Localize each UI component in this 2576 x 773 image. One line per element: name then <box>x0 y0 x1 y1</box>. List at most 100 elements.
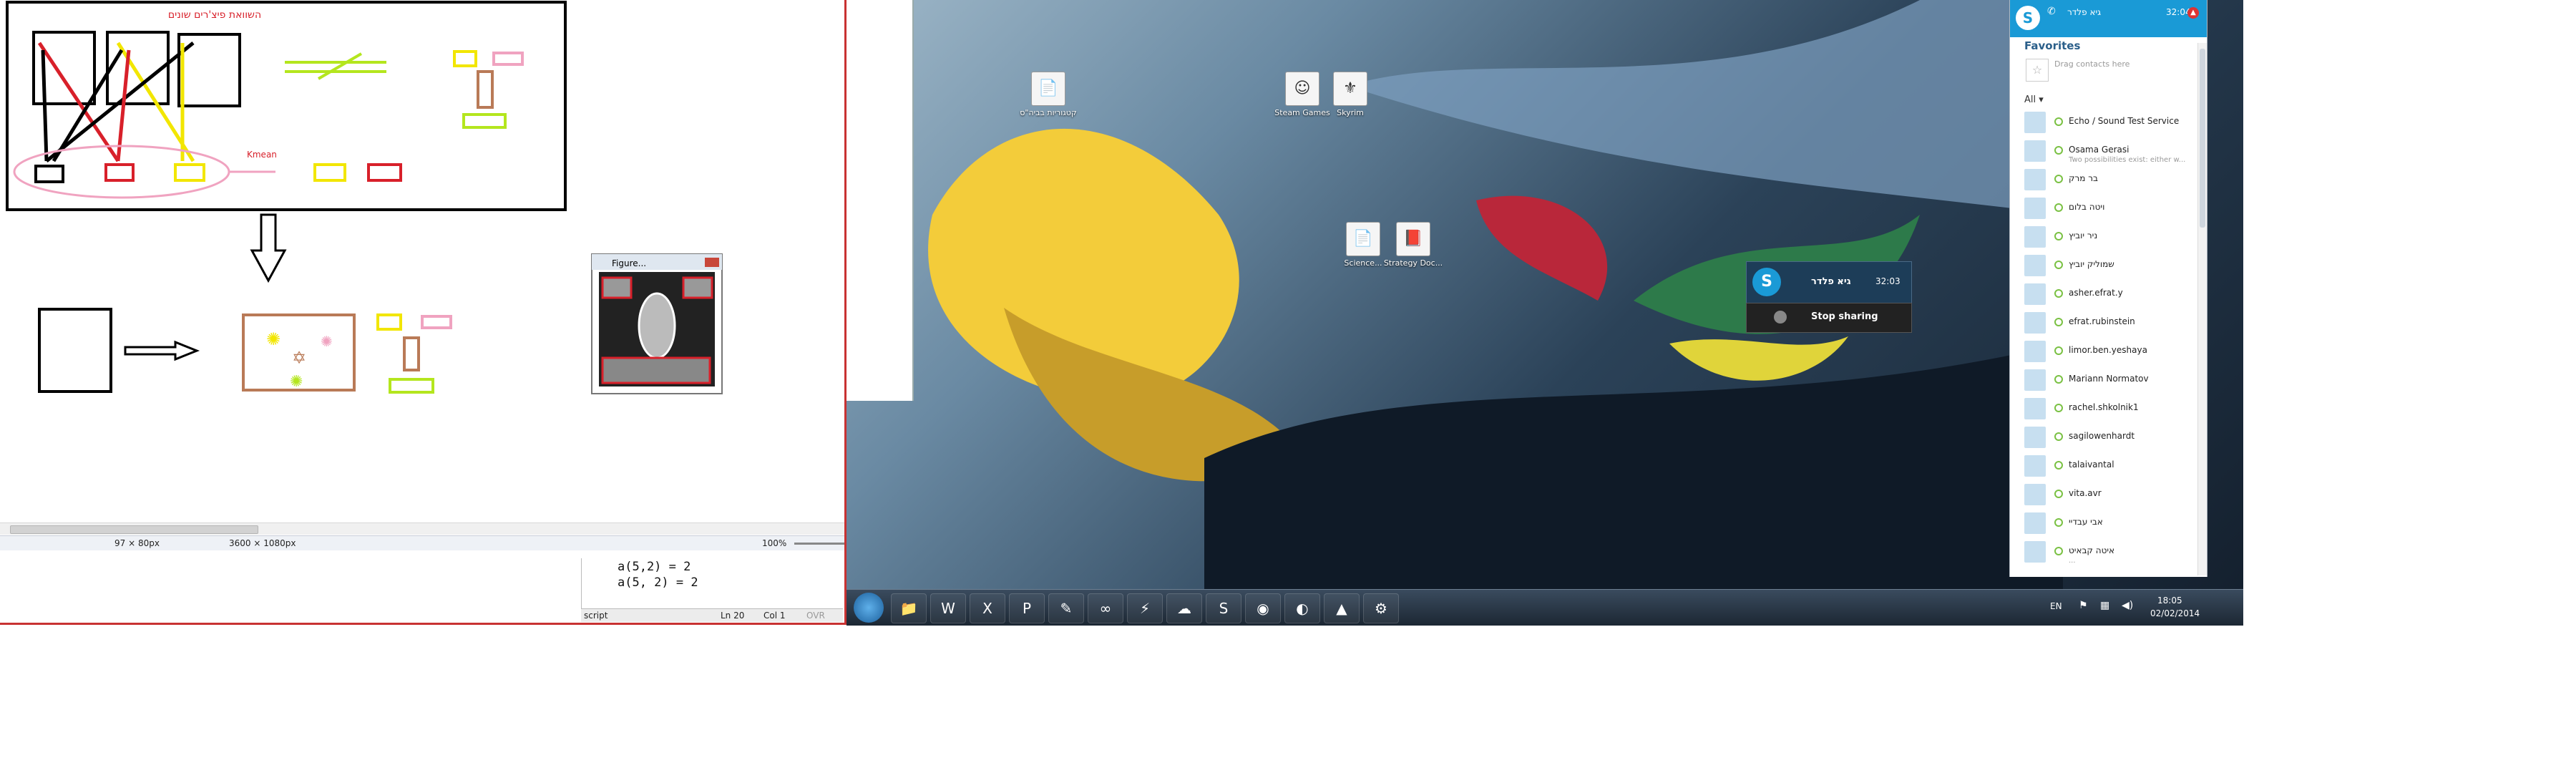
contact-name: שמוליק יוביץ <box>2069 259 2114 269</box>
paint-canvas[interactable]: השוואת פיצ'רים שונים Kmean ✺ ✡ ✺ ✺ Figur… <box>0 0 834 522</box>
desktop-icon-document[interactable]: 📄 קטגוריות בביה"ס <box>1016 72 1080 117</box>
document-icon: 📄 <box>1031 72 1065 106</box>
screen-share-icon <box>1774 311 1787 324</box>
online-status-icon <box>2054 461 2063 470</box>
call-contact-name: גיא פלדר <box>2067 7 2102 17</box>
online-status-icon <box>2054 432 2063 441</box>
selection-size: 97 × 80px <box>114 538 160 548</box>
connection-lines <box>37 42 195 162</box>
contact-row[interactable]: ניר יוביץ <box>2024 223 2196 251</box>
document-icon: 📄 <box>1346 222 1380 256</box>
contacts-filter[interactable]: All ▾ <box>2024 94 2044 105</box>
avatar <box>2024 484 2046 505</box>
firefox-icon[interactable]: ◉ <box>1245 593 1281 623</box>
avatar <box>2024 283 2046 305</box>
powerpoint-icon[interactable]: P <box>1009 593 1045 623</box>
matlab-status-bar: script Ln 20 Col 1 OVR <box>581 608 843 622</box>
matlab-icon[interactable]: ▲ <box>1324 593 1360 623</box>
contact-name: limor.ben.yeshaya <box>2069 345 2147 355</box>
contact-name: efrat.rubinstein <box>2069 316 2135 326</box>
media-icon[interactable]: ◐ <box>1284 593 1320 623</box>
pdf-icon: 📕 <box>1396 222 1430 256</box>
visual-studio-icon[interactable]: ∞ <box>1088 593 1123 623</box>
flag-icon[interactable]: ⚑ <box>2079 600 2088 611</box>
contact-row[interactable]: Echo / Sound Test Service <box>2024 109 2196 136</box>
screen-sharing-toast: S גיא פלדר 32:03 Stop sharing <box>1746 261 1912 333</box>
contact-row[interactable]: איטה קבאיט... <box>2024 538 2196 565</box>
avatar <box>2024 112 2046 133</box>
contact-name: asher.efrat.y <box>2069 288 2123 298</box>
avatar <box>2024 198 2046 219</box>
browser-window-edge <box>847 0 914 401</box>
contact-row[interactable]: efrat.rubinstein <box>2024 309 2196 336</box>
contact-row[interactable]: sagilowenhardt <box>2024 424 2196 451</box>
paint-horizontal-scrollbar[interactable] <box>0 522 844 535</box>
folder-icon[interactable]: 📁 <box>891 593 927 623</box>
contact-row[interactable]: Osama Gerasi Two possibilities exist: eit… <box>2024 137 2196 165</box>
zoom-level: 100% <box>762 538 787 548</box>
end-call-icon[interactable]: ▲ <box>2187 7 2199 19</box>
avatar <box>2024 341 2046 362</box>
image-size: 3600 × 1080px <box>229 538 296 548</box>
line-number: Ln 20 <box>721 611 745 621</box>
contact-row[interactable]: שמוליק יוביץ <box>2024 252 2196 279</box>
contact-row[interactable]: talaivantal <box>2024 452 2196 480</box>
phone-icon: ✆ <box>2047 6 2056 17</box>
avatar <box>2024 140 2046 162</box>
skyrim-icon: ⚜ <box>1333 72 1367 106</box>
settings-icon[interactable]: ⚙ <box>1363 593 1399 623</box>
code-line-2: a(5, 2) = 2 <box>618 575 698 590</box>
start-button[interactable] <box>854 593 884 623</box>
avatar <box>2024 226 2046 248</box>
svg-text:✺: ✺ <box>290 373 303 391</box>
caller-name: גיא פלדר <box>1811 276 1851 287</box>
contact-name: איטה קבאיט <box>2069 545 2115 555</box>
contact-mood: Two possibilities exist: either w... <box>2069 156 2186 164</box>
contact-mood: ... <box>2069 557 2076 565</box>
clock-time[interactable]: 18:05 <box>2157 595 2182 606</box>
skype-icon[interactable]: S <box>1206 593 1241 623</box>
online-status-icon <box>2054 346 2063 355</box>
online-status-icon <box>2054 117 2063 126</box>
stop-sharing-button[interactable]: Stop sharing <box>1746 303 1912 333</box>
paint-status-bar: 97 × 80px 3600 × 1080px 100% ⊕ <box>0 535 844 550</box>
network-icon[interactable]: ▦ <box>2100 600 2109 611</box>
notepad-icon[interactable]: ✎ <box>1048 593 1084 623</box>
code-line-1: a(5,2) = 2 <box>618 560 691 574</box>
contact-row[interactable]: בר מרק <box>2024 166 2196 193</box>
figure-title: Figure... <box>612 258 646 268</box>
contacts-scrollbar[interactable] <box>2197 43 2207 575</box>
language-indicator[interactable]: EN <box>2050 601 2062 611</box>
word-icon[interactable]: W <box>930 593 966 623</box>
avatar <box>2024 455 2046 477</box>
figure-thumbnail: Figure... <box>591 253 723 394</box>
contact-row[interactable]: Mariann Normatov <box>2024 366 2196 394</box>
lightning-icon[interactable]: ⚡ <box>1127 593 1163 623</box>
clock-date[interactable]: 02/02/2014 <box>2150 608 2200 618</box>
contact-row[interactable]: ויטה בלום <box>2024 195 2196 222</box>
contact-row[interactable]: אבי עבדיי <box>2024 510 2196 537</box>
volume-icon[interactable]: ◀) <box>2122 600 2133 611</box>
contact-name: Osama Gerasi <box>2069 145 2129 155</box>
taskbar: 📁 W X P ✎ ∞ ⚡ ☁ S ◉ ◐ ▲ ⚙ EN ⚑ ▦ ◀) 18:05 02/02/2014 <box>847 589 2243 626</box>
contact-name: אבי עבדיי <box>2069 517 2103 527</box>
online-status-icon <box>2054 490 2063 498</box>
excel-icon[interactable]: X <box>970 593 1005 623</box>
contact-name: sagilowenhardt <box>2069 431 2135 441</box>
zoom-slider[interactable] <box>794 543 844 545</box>
chat-icon[interactable]: ☁ <box>1166 593 1202 623</box>
avatar <box>2024 427 2046 448</box>
contact-row[interactable]: limor.ben.yeshaya <box>2024 338 2196 365</box>
right-arrow <box>124 340 200 361</box>
favorites-drop-hint: Drag contacts here <box>2054 59 2130 69</box>
contact-row[interactable]: asher.efrat.y <box>2024 281 2196 308</box>
desktop-icon-skyrim[interactable]: ⚜ Skyrim <box>1318 72 1382 117</box>
contact-row[interactable]: vita.avr <box>2024 481 2196 508</box>
contact-row[interactable]: rachel.shkolnik1 <box>2024 395 2196 422</box>
desktop-icon-pdf[interactable]: 📕 Strategy Doc... <box>1381 222 1445 268</box>
avatar <box>2024 255 2046 276</box>
square-bottom <box>38 308 112 393</box>
avatar <box>2024 169 2046 190</box>
skype-active-call-bar[interactable]: S ✆ גיא פלדר 32:04 ▲ <box>2010 0 2207 37</box>
avatar <box>2024 369 2046 391</box>
